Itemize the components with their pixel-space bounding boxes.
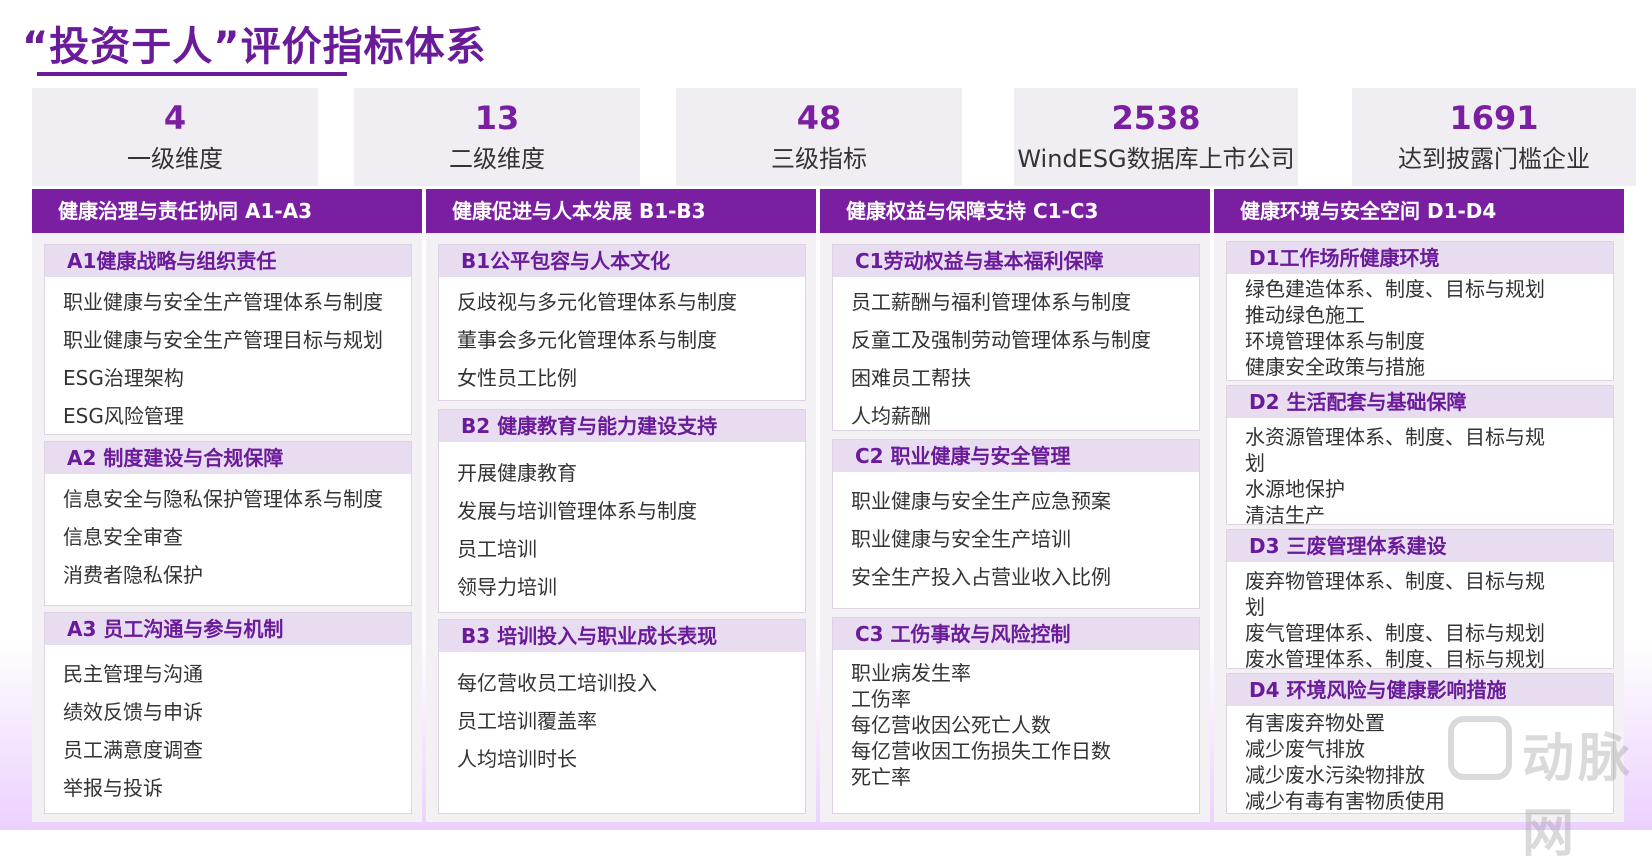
- indicator-item: 反童工及强制劳动管理体系与制度: [851, 328, 1151, 352]
- section-c3: C3 工伤事故与风险控制 职业病发生率 工伤率 每亿营收因公死亡人数 每亿营收因…: [832, 617, 1200, 814]
- section-a3: A3 员工沟通与参与机制 民主管理与沟通 绩效反馈与申诉 员工满意度调查 举报与…: [44, 612, 412, 814]
- stat-number: 13: [474, 99, 520, 137]
- stat-label: 三级指标: [771, 145, 867, 173]
- indicator-item: 推动绿色施工: [1245, 303, 1365, 327]
- section-c2: C2 职业健康与安全管理 职业健康与安全生产应急预案 职业健康与安全生产培训 安…: [832, 439, 1200, 609]
- stat-label: 二级维度: [449, 145, 545, 173]
- indicator-item: 员工培训覆盖率: [457, 709, 597, 733]
- column-header: 健康促进与人本发展 B1-B3: [426, 189, 816, 233]
- indicator-item: 死亡率: [851, 765, 911, 789]
- page-title: “投资于人”评价指标体系: [22, 24, 487, 70]
- indicator-item: 女性员工比例: [457, 366, 577, 390]
- indicator-item: 领导力培训: [457, 575, 557, 599]
- dimension-column-c: 健康权益与保障支持 C1-C3 C1劳动权益与基本福利保障 员工薪酬与福利管理体…: [820, 189, 1210, 822]
- stat-card-level2: 13 二级维度: [354, 88, 640, 186]
- indicator-item: 划: [1245, 451, 1265, 475]
- indicator-item: 信息安全审查: [63, 525, 183, 549]
- dimension-column-b: 健康促进与人本发展 B1-B3 B1公平包容与人本文化 反歧视与多元化管理体系与…: [426, 189, 816, 822]
- indicator-item: ESG治理架构: [63, 366, 184, 390]
- indicator-item: 发展与培训管理体系与制度: [457, 499, 697, 523]
- indicator-item: 员工薪酬与福利管理体系与制度: [851, 290, 1131, 314]
- stat-card-level3: 48 三级指标: [676, 88, 962, 186]
- indicator-item: ESG风险管理: [63, 404, 184, 428]
- stat-card-level1: 4 一级维度: [32, 88, 318, 186]
- section-title: D1工作场所健康环境: [1227, 242, 1613, 274]
- stat-number: 4: [163, 99, 187, 137]
- title-underline: [37, 72, 347, 76]
- dimension-column-a: 健康治理与责任协同 A1-A3 A1健康战略与组织责任 职业健康与安全生产管理体…: [32, 189, 422, 822]
- section-title: D2 生活配套与基础保障: [1227, 386, 1613, 418]
- column-header: 健康环境与安全空间 D1-D4: [1214, 189, 1624, 233]
- indicator-item: 职业健康与安全生产培训: [851, 527, 1071, 551]
- indicator-item: 民主管理与沟通: [63, 662, 203, 686]
- stat-card-disclosure: 1691 达到披露门槛企业: [1352, 88, 1636, 186]
- indicator-item: 员工满意度调查: [63, 738, 203, 762]
- indicator-item: 职业病发生率: [851, 661, 971, 685]
- indicator-item: 水源地保护: [1245, 477, 1345, 501]
- indicator-item: 董事会多元化管理体系与制度: [457, 328, 717, 352]
- indicator-item: 环境管理体系与制度: [1245, 329, 1425, 353]
- stat-card-companies: 2538 WindESG数据库上市公司: [1014, 88, 1298, 186]
- indicator-item: 工伤率: [851, 687, 911, 711]
- stat-label: 一级维度: [127, 145, 223, 173]
- indicator-item: 困难员工帮扶: [851, 366, 971, 390]
- section-title: D3 三废管理体系建设: [1227, 530, 1613, 562]
- indicator-item: 信息安全与隐私保护管理体系与制度: [63, 487, 383, 511]
- indicator-item: 开展健康教育: [457, 461, 577, 485]
- section-title: B3 培训投入与职业成长表现: [439, 620, 805, 652]
- indicator-item: 举报与投诉: [63, 776, 163, 800]
- section-d1: D1工作场所健康环境 绿色建造体系、制度、目标与规划 推动绿色施工 环境管理体系…: [1226, 241, 1614, 381]
- indicator-item: 职业健康与安全生产管理体系与制度: [63, 290, 383, 314]
- section-c1: C1劳动权益与基本福利保障 员工薪酬与福利管理体系与制度 反童工及强制劳动管理体…: [832, 244, 1200, 431]
- indicator-item: 废水管理体系、制度、目标与规划: [1245, 647, 1545, 671]
- column-header: 健康治理与责任协同 A1-A3: [32, 189, 422, 233]
- indicator-item: 职业健康与安全生产应急预案: [851, 489, 1111, 513]
- indicator-item: 清洁生产: [1245, 503, 1325, 527]
- section-title: A3 员工沟通与参与机制: [45, 613, 411, 645]
- section-title: A2 制度建设与合规保障: [45, 442, 411, 474]
- section-b3: B3 培训投入与职业成长表现 每亿营收员工培训投入 员工培训覆盖率 人均培训时长: [438, 619, 806, 814]
- stat-label: WindESG数据库上市公司: [1017, 145, 1295, 173]
- stat-label: 达到披露门槛企业: [1398, 145, 1590, 173]
- indicator-item: 废弃物管理体系、制度、目标与规: [1245, 569, 1545, 593]
- watermark-text: 动脉网: [1522, 729, 1635, 864]
- indicator-item: 废气管理体系、制度、目标与规划: [1245, 621, 1545, 645]
- section-a1: A1健康战略与组织责任 职业健康与安全生产管理体系与制度 职业健康与安全生产管理…: [44, 244, 412, 435]
- indicator-item: 安全生产投入占营业收入比例: [851, 565, 1111, 589]
- indicator-item: 每亿营收因工伤损失工作日数: [851, 739, 1111, 763]
- section-b2: B2 健康教育与能力建设支持 开展健康教育 发展与培训管理体系与制度 员工培训 …: [438, 409, 806, 613]
- watermark: 动脉网: [1448, 712, 1644, 864]
- section-d2: D2 生活配套与基础保障 水资源管理体系、制度、目标与规 划 水源地保护 清洁生…: [1226, 385, 1614, 527]
- section-title: B1公平包容与人本文化: [439, 245, 805, 277]
- section-title: C2 职业健康与安全管理: [833, 440, 1199, 472]
- indicator-item: 健康安全政策与措施: [1245, 355, 1425, 379]
- section-title: B2 健康教育与能力建设支持: [439, 410, 805, 442]
- indicator-item: 划: [1245, 595, 1265, 619]
- indicator-item: 人均培训时长: [457, 747, 577, 771]
- indicator-item: 员工培训: [457, 537, 537, 561]
- watermark-logo-icon: [1448, 716, 1512, 780]
- column-header: 健康权益与保障支持 C1-C3: [820, 189, 1210, 233]
- section-title: C3 工伤事故与风险控制: [833, 618, 1199, 650]
- indicator-item: 消费者隐私保护: [63, 563, 203, 587]
- indicator-item: 绿色建造体系、制度、目标与规划: [1245, 277, 1545, 301]
- section-title: A1健康战略与组织责任: [45, 245, 411, 277]
- indicator-item: 人均薪酬: [851, 404, 931, 428]
- stat-number: 1691: [1449, 99, 1539, 137]
- section-title: C1劳动权益与基本福利保障: [833, 245, 1199, 277]
- section-b1: B1公平包容与人本文化 反歧视与多元化管理体系与制度 董事会多元化管理体系与制度…: [438, 244, 806, 401]
- indicator-item: 每亿营收员工培训投入: [457, 671, 657, 695]
- indicator-item: 绩效反馈与申诉: [63, 700, 203, 724]
- stat-number: 48: [796, 99, 842, 137]
- indicator-item: 水资源管理体系、制度、目标与规: [1245, 425, 1545, 449]
- indicator-item: 每亿营收因公死亡人数: [851, 713, 1051, 737]
- section-title: D4 环境风险与健康影响措施: [1227, 674, 1613, 706]
- stat-number: 2538: [1111, 99, 1201, 137]
- section-d3: D3 三废管理体系建设 废弃物管理体系、制度、目标与规 划 废气管理体系、制度、…: [1226, 529, 1614, 671]
- indicator-item: 反歧视与多元化管理体系与制度: [457, 290, 737, 314]
- section-a2: A2 制度建设与合规保障 信息安全与隐私保护管理体系与制度 信息安全审查 消费者…: [44, 441, 412, 606]
- indicator-item: 职业健康与安全生产管理目标与规划: [63, 328, 383, 352]
